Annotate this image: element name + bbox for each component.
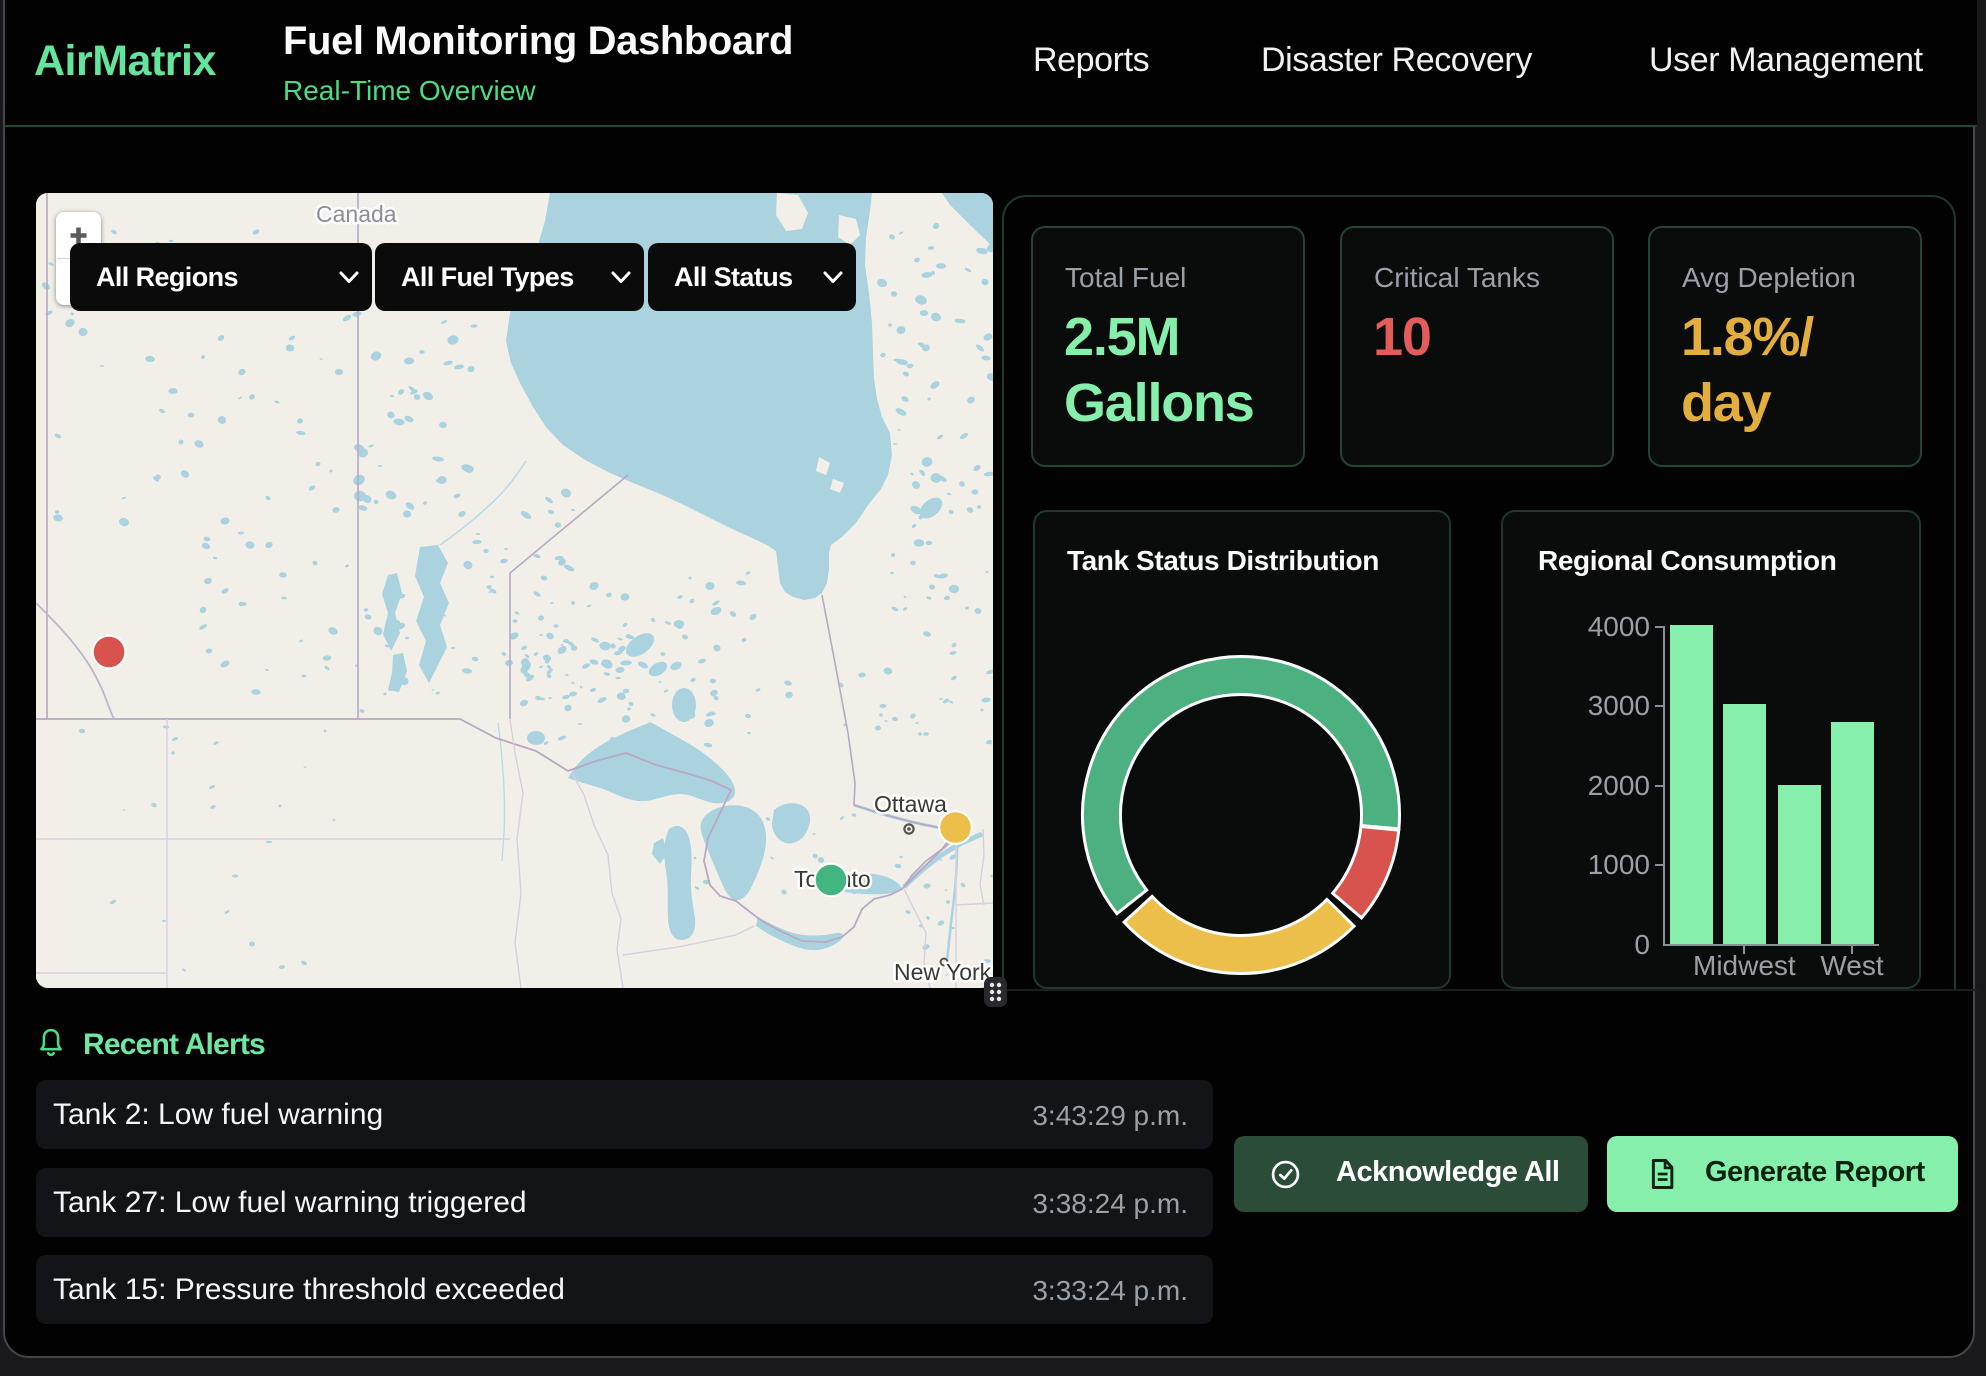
svg-text:New York: New York xyxy=(894,959,992,985)
svg-text:Ottawa: Ottawa xyxy=(874,791,947,817)
svg-text:Canada: Canada xyxy=(316,201,397,227)
